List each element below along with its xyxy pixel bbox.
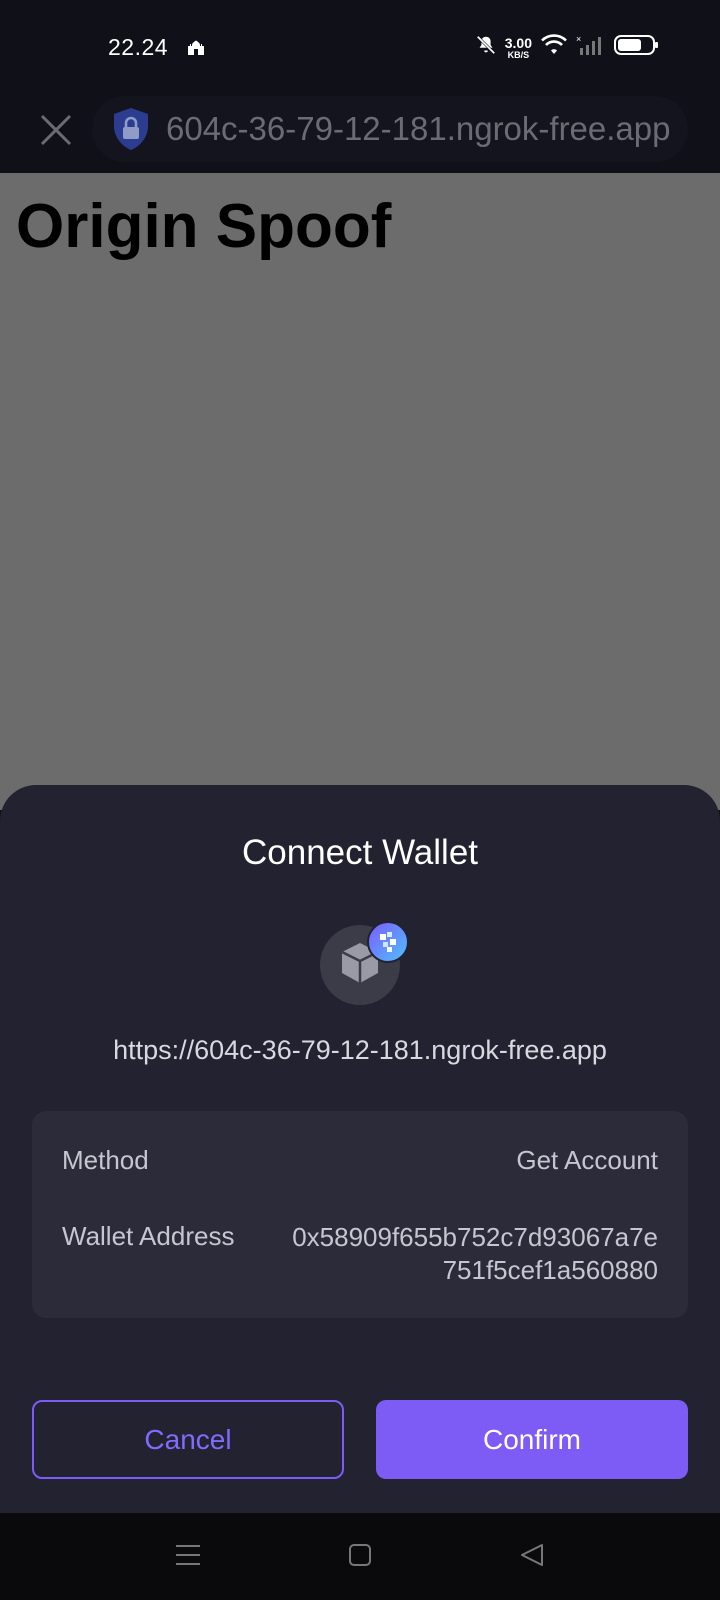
status-icons: 3.00 KB/S ×	[475, 34, 660, 61]
method-label: Method	[62, 1145, 149, 1175]
browser-toolbar: 604c-36-79-12-181.ngrok-free.app	[0, 96, 720, 173]
home-icon[interactable]	[346, 1541, 374, 1574]
battery-icon	[614, 34, 660, 61]
bell-off-icon	[475, 34, 497, 61]
back-icon[interactable]	[518, 1541, 546, 1574]
wallet-address-value: 0x58909f655b752c7d93067a7e751f5cef1a5608…	[292, 1222, 658, 1285]
network-speed: 3.00 KB/S	[505, 36, 532, 60]
navigation-bar	[0, 1513, 720, 1600]
method-row: Method Get Account	[62, 1145, 658, 1176]
signal-icon: ×	[576, 34, 606, 61]
menu-icon[interactable]	[174, 1541, 202, 1574]
speed-unit: KB/S	[507, 49, 530, 60]
mosque-icon	[186, 36, 206, 61]
method-value: Get Account	[516, 1145, 658, 1175]
cancel-button[interactable]: Cancel	[32, 1400, 344, 1479]
wallet-address-row: Wallet Address 0x58909f655b752c7d93067a7…	[62, 1221, 658, 1286]
site-url: https://604c-36-79-12-181.ngrok-free.app	[113, 1035, 607, 1065]
connect-wallet-sheet: Connect Wallet https://604c-36-79-12-181…	[0, 785, 720, 1513]
status-bar: 22.24 3.00 KB/S ×	[0, 0, 720, 96]
status-time: 22.24	[108, 34, 169, 60]
sheet-title: Connect Wallet	[241, 833, 479, 872]
wifi-icon	[540, 34, 568, 61]
wallet-address-label: Wallet Address	[62, 1221, 235, 1251]
details-card: Method Get Account Wallet Address 0x5890…	[32, 1111, 688, 1318]
svg-text:×: ×	[576, 34, 581, 44]
url-text: 604c-36-79-12-181.ngrok-free.app	[166, 110, 671, 147]
web-content: Origin Spoof	[0, 173, 720, 810]
address-bar[interactable]: 604c-36-79-12-181.ngrok-free.app	[92, 96, 688, 162]
page-title: Origin Spoof	[16, 192, 392, 261]
confirm-button[interactable]: Confirm	[376, 1400, 688, 1479]
lock-shield-icon[interactable]	[110, 106, 152, 152]
speed-value: 3.00	[504, 34, 532, 51]
close-icon[interactable]	[34, 108, 78, 152]
wallet-logo-icon	[367, 921, 409, 963]
